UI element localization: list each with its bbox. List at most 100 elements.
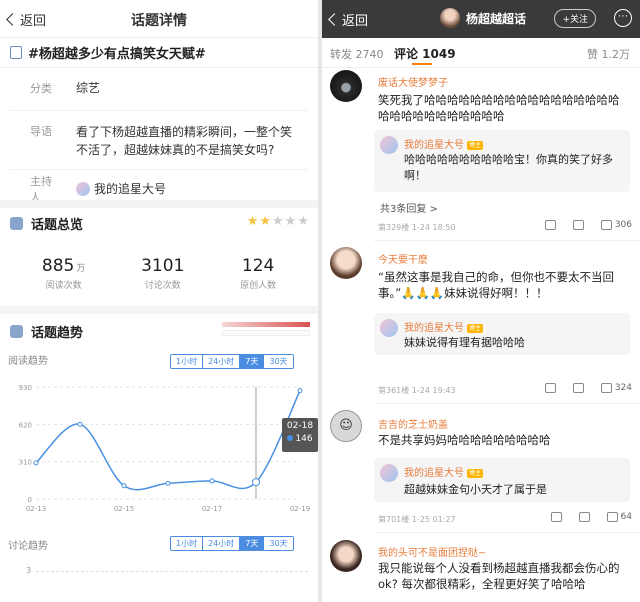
read-trend-label: 阅读趋势 (8, 356, 48, 367)
owner-badge: 博主 (467, 324, 484, 333)
topic-label: #杨超越多少有点搞笑女天赋# (28, 47, 206, 62)
comment-meta: 第701楼 1-25 01:27 (378, 515, 456, 524)
reply-user[interactable]: 我的追星大号 (404, 323, 464, 334)
like-button[interactable]: 64 (606, 512, 632, 522)
top-bar: 返回 话题详情 (0, 0, 318, 38)
stat-value: 3101 (141, 256, 185, 276)
user-avatar[interactable]: ☺ (330, 410, 362, 442)
comment-text: “虽然这事是我自己的命，但你也不要太不当回事。”🙏🙏🙏妹妹说得好啊！！！ (378, 270, 614, 300)
stat-unit: 万 (76, 264, 86, 274)
stat-original-authors: 124 原创人数 (240, 256, 276, 291)
overview-title: 话题总览 (31, 217, 84, 233)
category-label: 分类 (30, 82, 52, 95)
comment-user: 我的头可不是面团捏哒~ (378, 544, 486, 559)
tab-1h[interactable]: 1小时 (171, 355, 204, 368)
more-icon[interactable]: ⋯ (614, 9, 632, 27)
back-button[interactable]: 返回 (328, 10, 369, 29)
heat-bar (222, 322, 310, 327)
owner-badge: 博主 (467, 141, 484, 150)
stat-label: 原创人数 (240, 281, 277, 291)
comment-actions: 306 (531, 220, 632, 230)
reply-user[interactable]: 我的追星大号 (404, 468, 464, 479)
host-link[interactable]: 我的追星大号 (56, 180, 308, 198)
thumbs-up-icon (600, 383, 612, 393)
chart-icon (10, 216, 23, 230)
reply-user[interactable]: 我的追星大号 (404, 140, 464, 151)
share-button[interactable] (544, 220, 559, 230)
tab-comment[interactable]: 评论 1049 (394, 45, 456, 62)
topic-info: 分类 综艺 导语 看了下杨超越直播的精彩瞬间，一整个笑不活了，超越妹妹真的不是搞… (0, 78, 318, 204)
trend-icon (10, 324, 23, 338)
comment-icon (572, 383, 584, 393)
user-avatar[interactable] (330, 247, 362, 279)
guide-value: 看了下杨超越直播的精彩瞬间，一整个笑不活了，超越妹妹真的不是搞笑女吗? (76, 125, 293, 157)
comment-user: 吉吉的芝士奶盖 (378, 416, 448, 431)
tooltip-value: 146 (295, 434, 313, 444)
reply-text: 哈哈哈哈哈哈哈哈哈哈宝！你真的笑了好多啊！ (404, 153, 613, 182)
reply-avatar (380, 464, 398, 482)
chart-tooltip: 02-18 146 (282, 418, 318, 452)
topic-name: #杨超越多少有点搞笑女天赋# (0, 38, 318, 68)
share-icon (550, 512, 562, 522)
reply-button[interactable] (572, 220, 587, 230)
data-point (165, 480, 171, 486)
owner-badge: 博主 (467, 469, 484, 478)
tab-7d[interactable]: 7天 (240, 537, 265, 550)
tab-1h[interactable]: 1小时 (171, 537, 204, 550)
stat-label: 讨论次数 (144, 281, 181, 291)
thumbs-up-icon (606, 512, 618, 522)
tab-like[interactable]: 赞 1.2万 (587, 46, 630, 62)
follow-button[interactable]: +关注 (554, 9, 596, 28)
comment-meta: 第329楼 1-24 18:50 (378, 223, 456, 232)
reply-box[interactable]: 我的追星大号 博主 超越妹妹金句小天才了属于是 (374, 458, 630, 502)
stat-value: 885 (41, 256, 75, 276)
reply-box[interactable]: 我的追星大号 博主 哈哈哈哈哈哈哈哈哈哈宝！你真的笑了好多啊！ (374, 130, 630, 192)
reply-avatar (380, 136, 398, 154)
tab-30d[interactable]: 30天 (264, 355, 293, 368)
page-title: 话题详情 (131, 13, 187, 29)
reply-button[interactable] (578, 512, 593, 522)
user-name[interactable]: 废话大使梦梦子 (378, 78, 448, 89)
comment-text: 不是共享妈妈哈哈哈哈哈哈哈哈哈 (378, 433, 551, 447)
reply-box[interactable]: 我的追星大号 博主 妹妹说得有理有据哈哈哈 (374, 313, 630, 355)
data-point (33, 460, 39, 466)
y-tick-label: 310 (19, 459, 32, 467)
stat-reads: 885 万 阅读次数 (42, 256, 85, 291)
topic-detail-panel: 返回 话题详情 #杨超越多少有点搞笑女天赋# 分类 综艺 导语 看了下杨超越直播… (0, 0, 318, 602)
discuss-range-tabs: 1小时 24小时 7天 30天 (170, 536, 294, 551)
user-avatar[interactable] (330, 540, 362, 572)
comment-text: 笑死我了哈哈哈哈哈哈哈哈哈哈哈哈哈哈哈哈哈哈哈哈哈哈哈哈哈哈哈哈 (378, 93, 620, 123)
tab-7d[interactable]: 7天 (240, 355, 265, 368)
back-label: 返回 (342, 14, 369, 29)
user-name[interactable]: 我的头可不是面团捏哒~ (378, 548, 486, 559)
like-button[interactable]: 324 (600, 383, 632, 393)
read-range-tabs: 1小时 24小时 7天 30天 (170, 354, 294, 369)
tab-24h[interactable]: 24小时 (203, 537, 241, 550)
share-button[interactable] (550, 512, 565, 522)
thumbs-up-icon (600, 220, 612, 230)
tab-repost[interactable]: 转发 2740 (330, 46, 384, 62)
tab-30d[interactable]: 30天 (264, 537, 293, 550)
user-avatar[interactable] (330, 70, 362, 102)
x-tick-label: 02-13 (26, 505, 46, 513)
like-button[interactable]: 306 (600, 220, 632, 230)
user-name[interactable]: 吉吉的芝士奶盖 (378, 420, 448, 431)
reply-button[interactable] (572, 383, 587, 393)
tooltip-date: 02-18 (286, 421, 314, 431)
comment-actions: 64 (537, 512, 632, 522)
share-button[interactable] (544, 383, 559, 393)
share-icon (544, 220, 556, 230)
more-replies-link[interactable]: 共3条回复 > (380, 200, 438, 215)
user-name[interactable]: 今天要干麽 (378, 255, 428, 266)
discuss-trend-label: 讨论趋势 (8, 541, 48, 552)
tab-24h[interactable]: 24小时 (203, 355, 241, 368)
comment-user: 废话大使梦梦子 (378, 74, 448, 89)
stat-value: 124 (241, 256, 275, 276)
comment-icon (578, 512, 590, 522)
supertopic-avatar (440, 8, 460, 28)
rating-stars: ★★★★★ (246, 214, 310, 229)
data-point (77, 421, 83, 427)
chevron-left-icon (328, 13, 341, 26)
stat-discussions: 3101 讨论次数 (141, 256, 184, 291)
comment-text: 我只能说每个人没看到杨超越直播我都会伤心的ok? 每次都很精彩，全程更好笑了哈哈… (378, 561, 620, 591)
